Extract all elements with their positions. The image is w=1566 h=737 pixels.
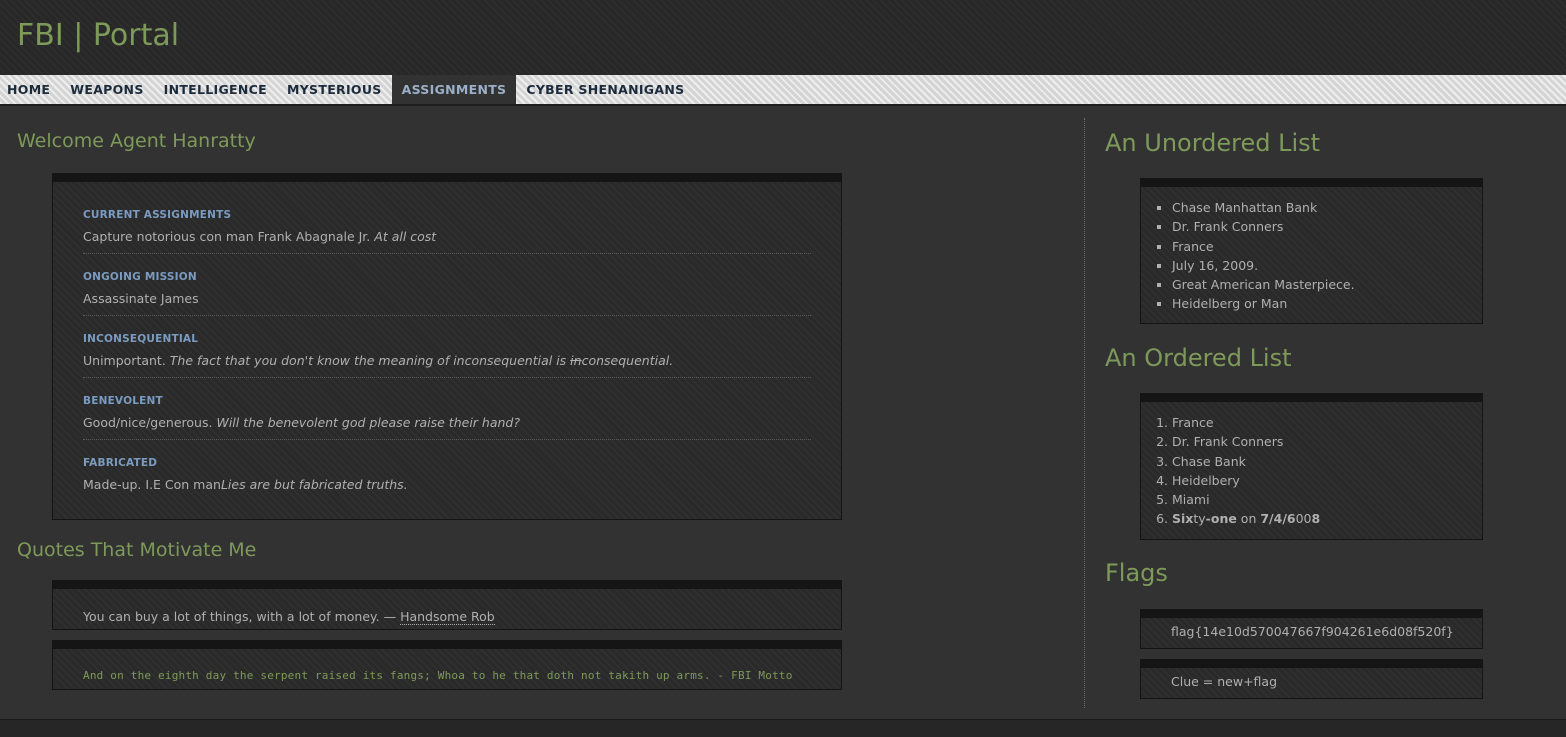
nav-item-mysterious[interactable]: MYSTERIOUS [277, 75, 392, 104]
entry-description: Unimportant. The fact that you don't kno… [83, 353, 674, 368]
nav-item-weapons[interactable]: WEAPONS [60, 75, 153, 104]
nav-item-intelligence[interactable]: INTELLIGENCE [154, 75, 277, 104]
nav-item-assignments[interactable]: ASSIGNMENTS [391, 75, 517, 104]
flag-box: flag{14e10d570047667f904261e6d08f520f} [1140, 609, 1483, 649]
quote-author-link[interactable]: Handsome Rob [400, 609, 495, 625]
column-divider [1084, 118, 1085, 708]
site-title: FBI | Portal [17, 18, 180, 53]
list-item: Chase Bank [1172, 452, 1482, 471]
site-header: FBI | Portal [0, 0, 1566, 75]
unordered-list-heading: An Unordered List [1105, 129, 1321, 157]
motto-box: And on the eighth day the serpent raised… [52, 640, 842, 690]
list-item: Chase Manhattan Bank [1172, 198, 1482, 217]
flag-text: flag{14e10d570047667f904261e6d08f520f} [1171, 624, 1454, 639]
list-item: Dr. Frank Conners [1172, 217, 1482, 236]
list-item: Dr. Frank Conners [1172, 432, 1482, 451]
entry-description: Assassinate James [83, 291, 199, 306]
motto-text: And on the eighth day the serpent raised… [83, 669, 793, 682]
list-item: Heidelbery [1172, 471, 1482, 490]
list-item: France [1172, 413, 1482, 432]
entry-title: FABRICATED [83, 457, 158, 469]
clue-box: Clue = new+flag [1140, 659, 1483, 699]
list-item: Great American Masterpiece. [1172, 275, 1482, 294]
footer [0, 719, 1566, 737]
nav-item-cyber-shenanigans[interactable]: CYBER SHENANIGANS [516, 75, 694, 104]
entry-title: CURRENT ASSIGNMENTS [83, 209, 232, 221]
list-item: France [1172, 237, 1482, 256]
list-item: Heidelberg or Man [1172, 294, 1482, 313]
entry-benevolent: BENEVOLENT Good/nice/generous. Will the … [83, 394, 811, 440]
main-nav: HOME WEAPONS INTELLIGENCE MYSTERIOUS ASS… [0, 75, 1566, 106]
quote-text: You can buy a lot of things, with a lot … [83, 609, 401, 624]
entry-title: BENEVOLENT [83, 395, 163, 407]
clue-text: Clue = new+flag [1171, 674, 1278, 689]
nav-item-home[interactable]: HOME [0, 75, 60, 104]
list-item: Miami [1172, 490, 1482, 509]
entry-ongoing-mission: ONGOING MISSION Assassinate James [83, 270, 811, 316]
assignments-box: CURRENT ASSIGNMENTS Capture notorious co… [52, 173, 842, 520]
quote-box: You can buy a lot of things, with a lot … [52, 580, 842, 630]
welcome-heading: Welcome Agent Hanratty [17, 130, 256, 152]
ordered-list-box: France Dr. Frank Conners Chase Bank Heid… [1140, 393, 1483, 540]
entry-description: Good/nice/generous. Will the benevolent … [83, 415, 520, 430]
entry-title: ONGOING MISSION [83, 271, 197, 283]
flags-heading: Flags [1105, 559, 1168, 587]
entry-inconsequential: INCONSEQUENTIAL Unimportant. The fact th… [83, 332, 811, 378]
unordered-list: Chase Manhattan Bank Dr. Frank Conners F… [1141, 187, 1482, 314]
ordered-list-heading: An Ordered List [1105, 344, 1292, 372]
entry-current-assignments: CURRENT ASSIGNMENTS Capture notorious co… [83, 208, 811, 254]
list-item: Sixty-one on 7/4/6008 [1172, 509, 1482, 528]
list-item: July 16, 2009. [1172, 256, 1482, 275]
ordered-list: France Dr. Frank Conners Chase Bank Heid… [1141, 402, 1482, 529]
quotes-heading: Quotes That Motivate Me [17, 539, 257, 561]
entry-description: Capture notorious con man Frank Abagnale… [83, 229, 437, 244]
entry-description: Made-up. I.E Con manLies are but fabrica… [83, 477, 408, 492]
entry-fabricated: FABRICATED Made-up. I.E Con manLies are … [83, 456, 811, 501]
unordered-list-box: Chase Manhattan Bank Dr. Frank Conners F… [1140, 178, 1483, 324]
entry-title: INCONSEQUENTIAL [83, 333, 199, 345]
